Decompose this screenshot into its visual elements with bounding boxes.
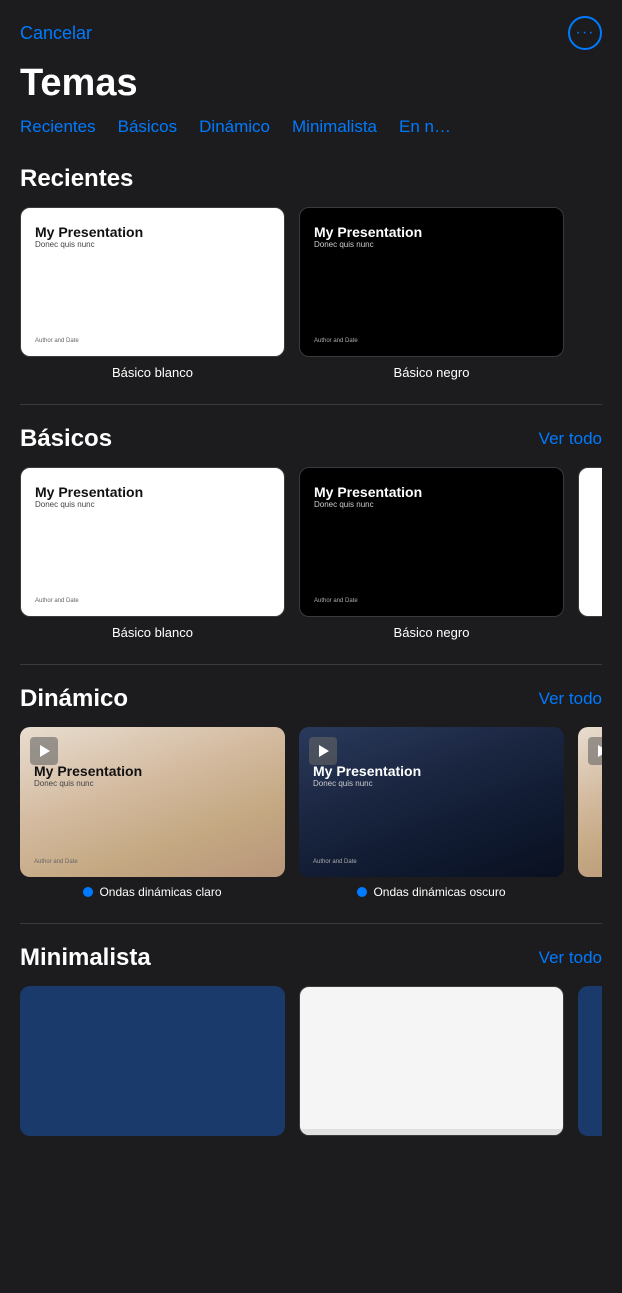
thumb-author: Author and Date: [35, 338, 79, 344]
divider-basicos: [20, 664, 602, 665]
theme-card-partial-dinamico[interactable]: [578, 727, 602, 899]
theme-thumbnail-dynamic-light: My Presentation Donec quis nunc Author a…: [20, 727, 285, 877]
play-triangle-dark-icon: [319, 745, 329, 757]
page-title: Temas: [0, 58, 622, 117]
theme-thumbnail-partial-minimalista: [578, 986, 602, 1136]
thumb-subtitle: Donec quis nunc: [35, 240, 284, 249]
minimalista-section: Minimalista Ver todo: [0, 944, 622, 1164]
divider-recientes: [20, 404, 602, 405]
ondas-claro-label-container: Ondas dinámicas claro: [83, 885, 221, 899]
recientes-section: Recientes My Presentation Donec quis nun…: [0, 165, 622, 400]
minimalista-title: Minimalista: [20, 944, 151, 972]
play-triangle-icon: [40, 745, 50, 757]
header: Cancelar ···: [0, 0, 622, 58]
play-icon-partial: [588, 737, 602, 765]
tab-recientes[interactable]: Recientes: [20, 117, 96, 141]
dinamico-section-header: Dinámico Ver todo: [20, 685, 602, 713]
theme-card-partial-basicos[interactable]: [578, 467, 602, 640]
dinamico-section: Dinámico Ver todo My Presentation Donec …: [0, 685, 622, 919]
theme-card-minimal-white[interactable]: [299, 986, 564, 1144]
thumb-title: My Presentation: [314, 224, 563, 240]
theme-card-ondas-claro[interactable]: My Presentation Donec quis nunc Author a…: [20, 727, 285, 899]
divider-dinamico: [20, 923, 602, 924]
minimalista-section-header: Minimalista Ver todo: [20, 944, 602, 972]
thumb-title: My Presentation: [314, 484, 563, 500]
thumb-subtitle: Donec quis nunc: [314, 500, 563, 509]
recientes-title: Recientes: [20, 165, 133, 193]
basicos-section: Básicos Ver todo My Presentation Donec q…: [0, 425, 622, 660]
play-triangle-partial-icon: [598, 745, 602, 757]
play-icon-dark: [309, 737, 337, 765]
basicos-title: Básicos: [20, 425, 112, 453]
theme-thumbnail-white-basicos: My Presentation Donec quis nunc Author a…: [20, 467, 285, 617]
thumb-title: My Presentation: [313, 763, 564, 779]
tab-navigation: Recientes Básicos Dinámico Minimalista E…: [0, 117, 622, 141]
thumb-subtitle: Donec quis nunc: [313, 779, 564, 788]
thumb-author: Author and Date: [314, 338, 358, 344]
theme-thumbnail-black-basicos: My Presentation Donec quis nunc Author a…: [299, 467, 564, 617]
theme-thumbnail-partial: [578, 467, 602, 617]
theme-label-ondas-oscuro: Ondas dinámicas oscuro: [373, 885, 505, 899]
theme-thumbnail-minimal-blue: [20, 986, 285, 1136]
tab-minimalista[interactable]: Minimalista: [292, 117, 377, 141]
tab-enn[interactable]: En n…: [399, 117, 451, 141]
tab-basicos[interactable]: Básicos: [118, 117, 178, 141]
theme-thumbnail-dynamic-dark: My Presentation Donec quis nunc Author a…: [299, 727, 564, 877]
theme-thumbnail-white-reciente: My Presentation Donec quis nunc Author a…: [20, 207, 285, 357]
basicos-section-header: Básicos Ver todo: [20, 425, 602, 453]
dinamico-title: Dinámico: [20, 685, 128, 713]
thumb-title: My Presentation: [35, 224, 284, 240]
theme-card-basico-negro[interactable]: My Presentation Donec quis nunc Author a…: [299, 467, 564, 640]
dinamico-theme-row: My Presentation Donec quis nunc Author a…: [20, 727, 602, 899]
dot-icon-claro: [83, 887, 93, 897]
thumb-author: Author and Date: [34, 859, 78, 865]
play-icon: [30, 737, 58, 765]
recientes-theme-row: My Presentation Donec quis nunc Author a…: [20, 207, 602, 380]
thumb-subtitle: Donec quis nunc: [34, 779, 285, 788]
theme-card-basico-blanco-reciente[interactable]: My Presentation Donec quis nunc Author a…: [20, 207, 285, 380]
recientes-section-header: Recientes: [20, 165, 602, 193]
thumb-subtitle: Donec quis nunc: [314, 240, 563, 249]
theme-label-basico-negro: Básico negro: [394, 625, 470, 640]
theme-card-minimal-blue[interactable]: [20, 986, 285, 1144]
more-options-button[interactable]: ···: [568, 16, 602, 50]
basicos-see-all[interactable]: Ver todo: [539, 429, 602, 449]
theme-thumbnail-black-reciente: My Presentation Donec quis nunc Author a…: [299, 207, 564, 357]
theme-label-basico-blanco-reciente: Básico blanco: [112, 365, 193, 380]
more-dots-icon: ···: [576, 25, 595, 41]
basicos-theme-row: My Presentation Donec quis nunc Author a…: [20, 467, 602, 640]
thumb-author: Author and Date: [314, 598, 358, 604]
dinamico-see-all[interactable]: Ver todo: [539, 689, 602, 709]
minimalista-theme-row: [20, 986, 602, 1144]
thumb-author: Author and Date: [313, 859, 357, 865]
theme-label-ondas-claro: Ondas dinámicas claro: [99, 885, 221, 899]
thumb-author: Author and Date: [35, 598, 79, 604]
cancel-button[interactable]: Cancelar: [20, 23, 92, 44]
thumb-title: My Presentation: [35, 484, 284, 500]
tab-dinamico[interactable]: Dinámico: [199, 117, 270, 141]
theme-thumbnail-minimal-white: [299, 986, 564, 1136]
theme-card-basico-negro-reciente[interactable]: My Presentation Donec quis nunc Author a…: [299, 207, 564, 380]
thumb-title: My Presentation: [34, 763, 285, 779]
thumb-subtitle: Donec quis nunc: [35, 500, 284, 509]
minimalista-see-all[interactable]: Ver todo: [539, 948, 602, 968]
theme-label-basico-negro-reciente: Básico negro: [394, 365, 470, 380]
dot-icon-oscuro: [357, 887, 367, 897]
theme-card-ondas-oscuro[interactable]: My Presentation Donec quis nunc Author a…: [299, 727, 564, 899]
theme-label-basico-blanco: Básico blanco: [112, 625, 193, 640]
ondas-oscuro-label-container: Ondas dinámicas oscuro: [357, 885, 505, 899]
theme-card-basico-blanco[interactable]: My Presentation Donec quis nunc Author a…: [20, 467, 285, 640]
theme-card-partial-minimalista[interactable]: [578, 986, 602, 1144]
theme-thumbnail-partial-dinamico: [578, 727, 602, 877]
